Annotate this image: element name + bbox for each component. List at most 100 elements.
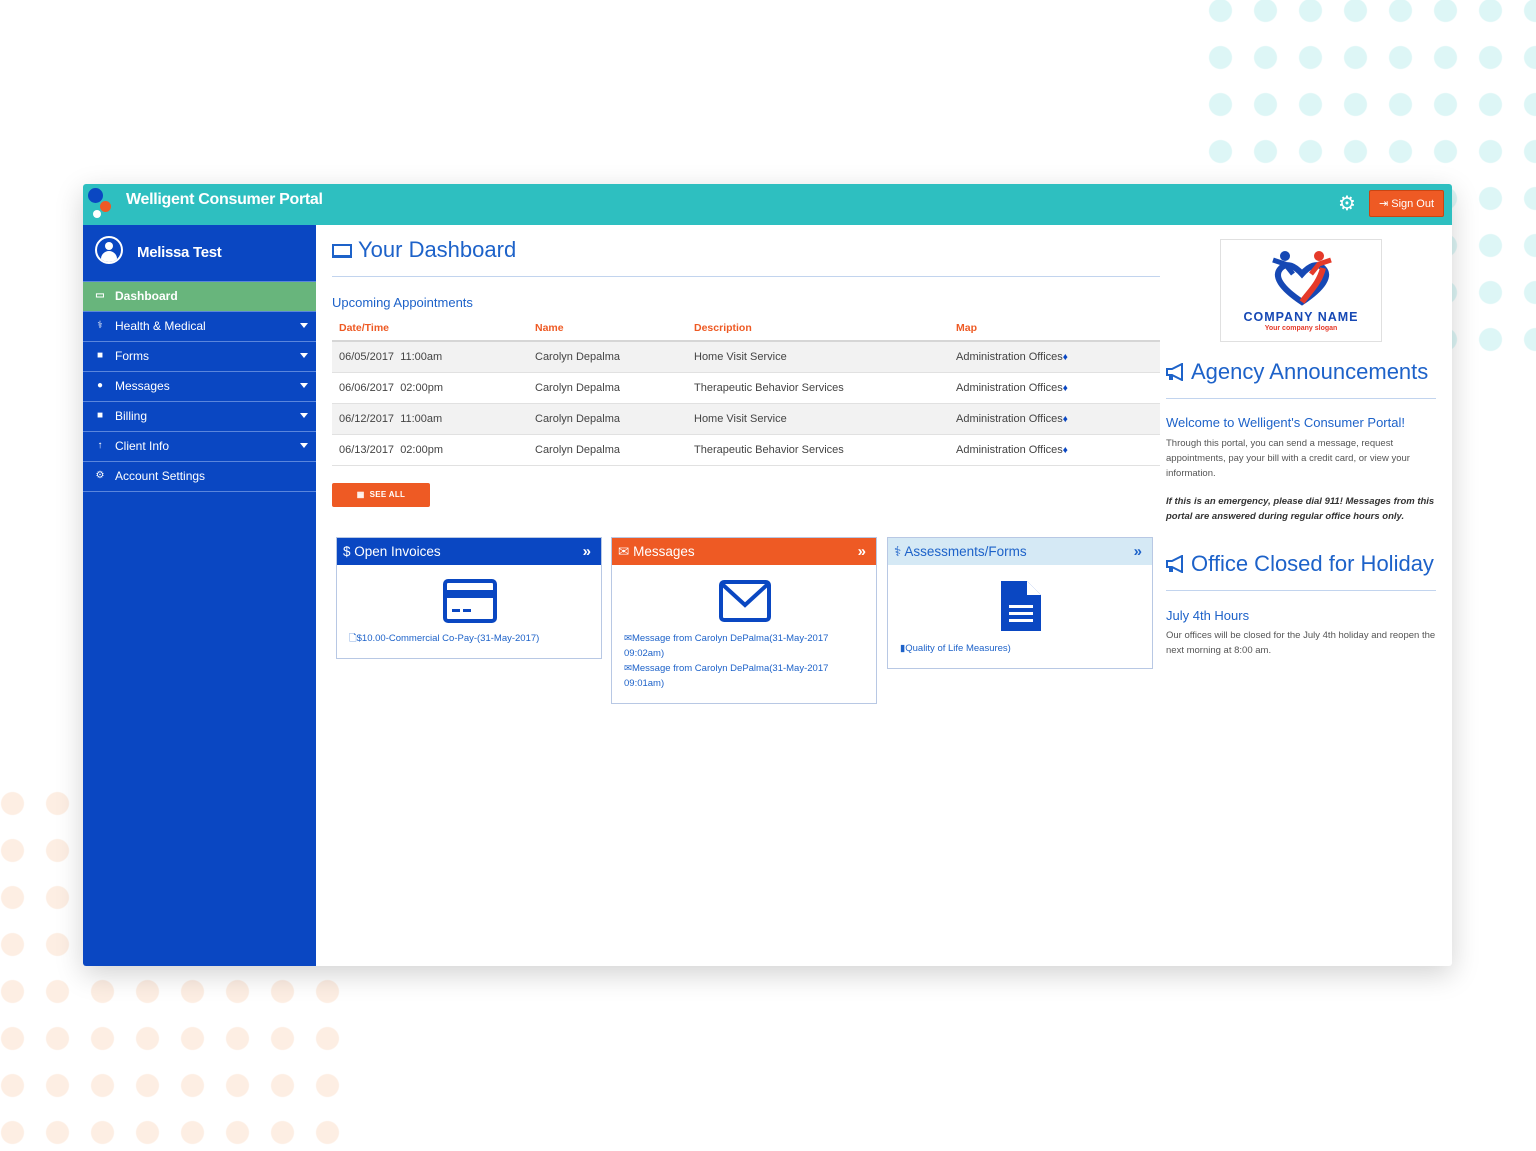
laptop-icon [332, 244, 352, 258]
appt-map[interactable]: Administration Offices♦ [949, 372, 1160, 404]
sidebar-item-health-medical[interactable]: ⚕ Health & Medical [83, 312, 316, 342]
pin-icon: ↑ [97, 440, 103, 451]
assessments-header[interactable]: ⚕ Assessments/Forms » [888, 538, 1152, 565]
megaphone-icon [1166, 555, 1183, 573]
sidebar-item-account-settings[interactable]: ⚙ Account Settings [83, 462, 316, 492]
message-link[interactable]: ✉Message from Carolyn DePalma(31-May-201… [624, 661, 866, 691]
company-logo: COMPANY NAME Your company slogan [1220, 239, 1382, 342]
sidebar-nav: ▭ Dashboard ⚕ Health & Medical ■ Forms ●… [83, 282, 316, 492]
appt-name: Carolyn Depalma [528, 341, 687, 373]
file-icon: ■ [96, 350, 104, 361]
appt-datetime: 06/12/2017 11:00am [332, 403, 528, 435]
sidebar-item-billing[interactable]: ■ Billing [83, 402, 316, 432]
company-slogan: Your company slogan [1264, 325, 1338, 332]
sidebar-item-dashboard[interactable]: ▭ Dashboard [83, 282, 316, 312]
holiday-subtitle: July 4th Hours [1166, 608, 1250, 623]
column-header[interactable]: Map [949, 316, 1160, 342]
comment-icon: ● [96, 380, 104, 391]
messages-header[interactable]: ✉ Messages » [612, 538, 876, 565]
announcements-title: Agency Announcements [1166, 359, 1428, 385]
appt-description: Home Visit Service [687, 341, 949, 373]
table-row[interactable]: 06/12/2017 11:00am Carolyn Depalma Home … [332, 403, 1160, 435]
appt-datetime: 06/05/2017 11:00am [332, 341, 528, 373]
appt-description: Home Visit Service [687, 403, 949, 435]
page-title: Your Dashboard [332, 237, 516, 263]
open-invoices-panel: $ Open Invoices » 🗋$10.00-Commercial Co-… [336, 537, 602, 659]
settings-gear-icon[interactable]: ⚙ [1336, 193, 1358, 215]
invoice-link[interactable]: 🗋$10.00-Commercial Co-Pay-(31-May-2017) [349, 631, 591, 646]
appt-datetime: 06/06/2017 02:00pm [332, 372, 528, 404]
caret-down-icon [300, 443, 308, 448]
megaphone-icon [1166, 363, 1183, 381]
sidebar: Melissa Test ▭ Dashboard ⚕ Health & Medi… [83, 225, 316, 966]
holiday-text: Our offices will be closed for the July … [1166, 630, 1436, 656]
double-chevron-right-icon[interactable]: » [583, 538, 591, 565]
table-row[interactable]: 06/13/2017 02:00pm Carolyn Depalma Thera… [332, 434, 1160, 466]
appt-name: Carolyn Depalma [528, 434, 687, 466]
welcome-title: Welcome to Welligent's Consumer Portal! [1166, 415, 1405, 430]
file-icon: ■ [96, 410, 104, 421]
sign-out-icon: ⇥ [1378, 198, 1392, 210]
appt-map[interactable]: Administration Offices♦ [949, 434, 1160, 466]
map-marker-icon[interactable]: ♦ [1063, 352, 1068, 363]
see-all-button[interactable]: ▦ SEE ALL [332, 483, 430, 507]
gear-icon: ⚙ [95, 470, 105, 481]
assessments-panel: ⚕ Assessments/Forms » ▮Quality of Life M… [887, 537, 1153, 669]
message-link[interactable]: ✉Message from Carolyn DePalma(31-May-201… [624, 631, 866, 661]
portal-window: Welligent Consumer Portal ⚙ ⇥ Sign Out M… [83, 184, 1452, 966]
divider [332, 276, 1160, 277]
column-header[interactable]: Name [528, 316, 687, 342]
double-chevron-right-icon[interactable]: » [858, 538, 866, 565]
double-chevron-right-icon[interactable]: » [1134, 538, 1142, 565]
caret-down-icon [300, 353, 308, 358]
user-profile: Melissa Test [83, 225, 316, 282]
file-icon: 🗋 [349, 633, 357, 644]
company-logo-image [1272, 251, 1332, 306]
sidebar-item-forms[interactable]: ■ Forms [83, 342, 316, 372]
map-marker-icon[interactable]: ♦ [1063, 445, 1068, 456]
appt-map[interactable]: Administration Offices♦ [949, 341, 1160, 373]
appt-name: Carolyn Depalma [528, 403, 687, 435]
table-row[interactable]: 06/05/2017 11:00am Carolyn Depalma Home … [332, 341, 1160, 373]
envelope-icon: ✉ [624, 663, 632, 674]
laptop-icon: ▭ [95, 290, 105, 301]
envelope-icon: ✉ [624, 633, 632, 644]
user-avatar-icon [95, 236, 123, 264]
sidebar-item-messages[interactable]: ● Messages [83, 372, 316, 402]
top-bar: Welligent Consumer Portal ⚙ ⇥ Sign Out [83, 184, 1452, 225]
calendar-icon: ▦ [356, 490, 370, 499]
open-invoices-header[interactable]: $ Open Invoices » [337, 538, 601, 565]
table-row[interactable]: 06/06/2017 02:00pm Carolyn Depalma Thera… [332, 372, 1160, 404]
appt-datetime: 06/13/2017 02:00pm [332, 434, 528, 466]
caret-down-icon [300, 413, 308, 418]
user-name: Melissa Test [137, 244, 222, 261]
app-title: Welligent Consumer Portal [126, 191, 323, 208]
assessment-link[interactable]: ▮Quality of Life Measures) [900, 641, 1142, 656]
appointments-table: Date/Time Name Description Map 06/05/201… [332, 316, 1160, 466]
envelope-icon: ✉ [618, 544, 630, 559]
envelope-icon [719, 580, 771, 622]
messages-panel: ✉ Messages » ✉Message from Carolyn DePal… [611, 537, 877, 704]
column-header[interactable]: Description [687, 316, 949, 342]
appt-description: Therapeutic Behavior Services [687, 434, 949, 466]
stethoscope-icon: ⚕ [894, 544, 902, 559]
appt-name: Carolyn Depalma [528, 372, 687, 404]
document-icon [1001, 581, 1041, 631]
caret-down-icon [300, 383, 308, 388]
holiday-title: Office Closed for Holiday [1166, 551, 1434, 577]
divider [1166, 590, 1436, 591]
app-logo [87, 188, 115, 220]
divider [1166, 398, 1436, 399]
sign-out-button[interactable]: ⇥ Sign Out [1369, 190, 1444, 217]
company-name: COMPANY NAME [1243, 310, 1359, 324]
welcome-text: Through this portal, you can send a mess… [1166, 438, 1410, 479]
credit-card-icon [443, 579, 497, 623]
map-marker-icon[interactable]: ♦ [1063, 414, 1068, 425]
sidebar-item-client-info[interactable]: ↑ Client Info [83, 432, 316, 462]
appt-description: Therapeutic Behavior Services [687, 372, 949, 404]
table-header-row: Date/Time Name Description Map [332, 316, 1160, 342]
appt-map[interactable]: Administration Offices♦ [949, 403, 1160, 435]
map-marker-icon[interactable]: ♦ [1063, 383, 1068, 394]
column-header[interactable]: Date/Time [332, 316, 528, 342]
stethoscope-icon: ⚕ [97, 320, 103, 331]
